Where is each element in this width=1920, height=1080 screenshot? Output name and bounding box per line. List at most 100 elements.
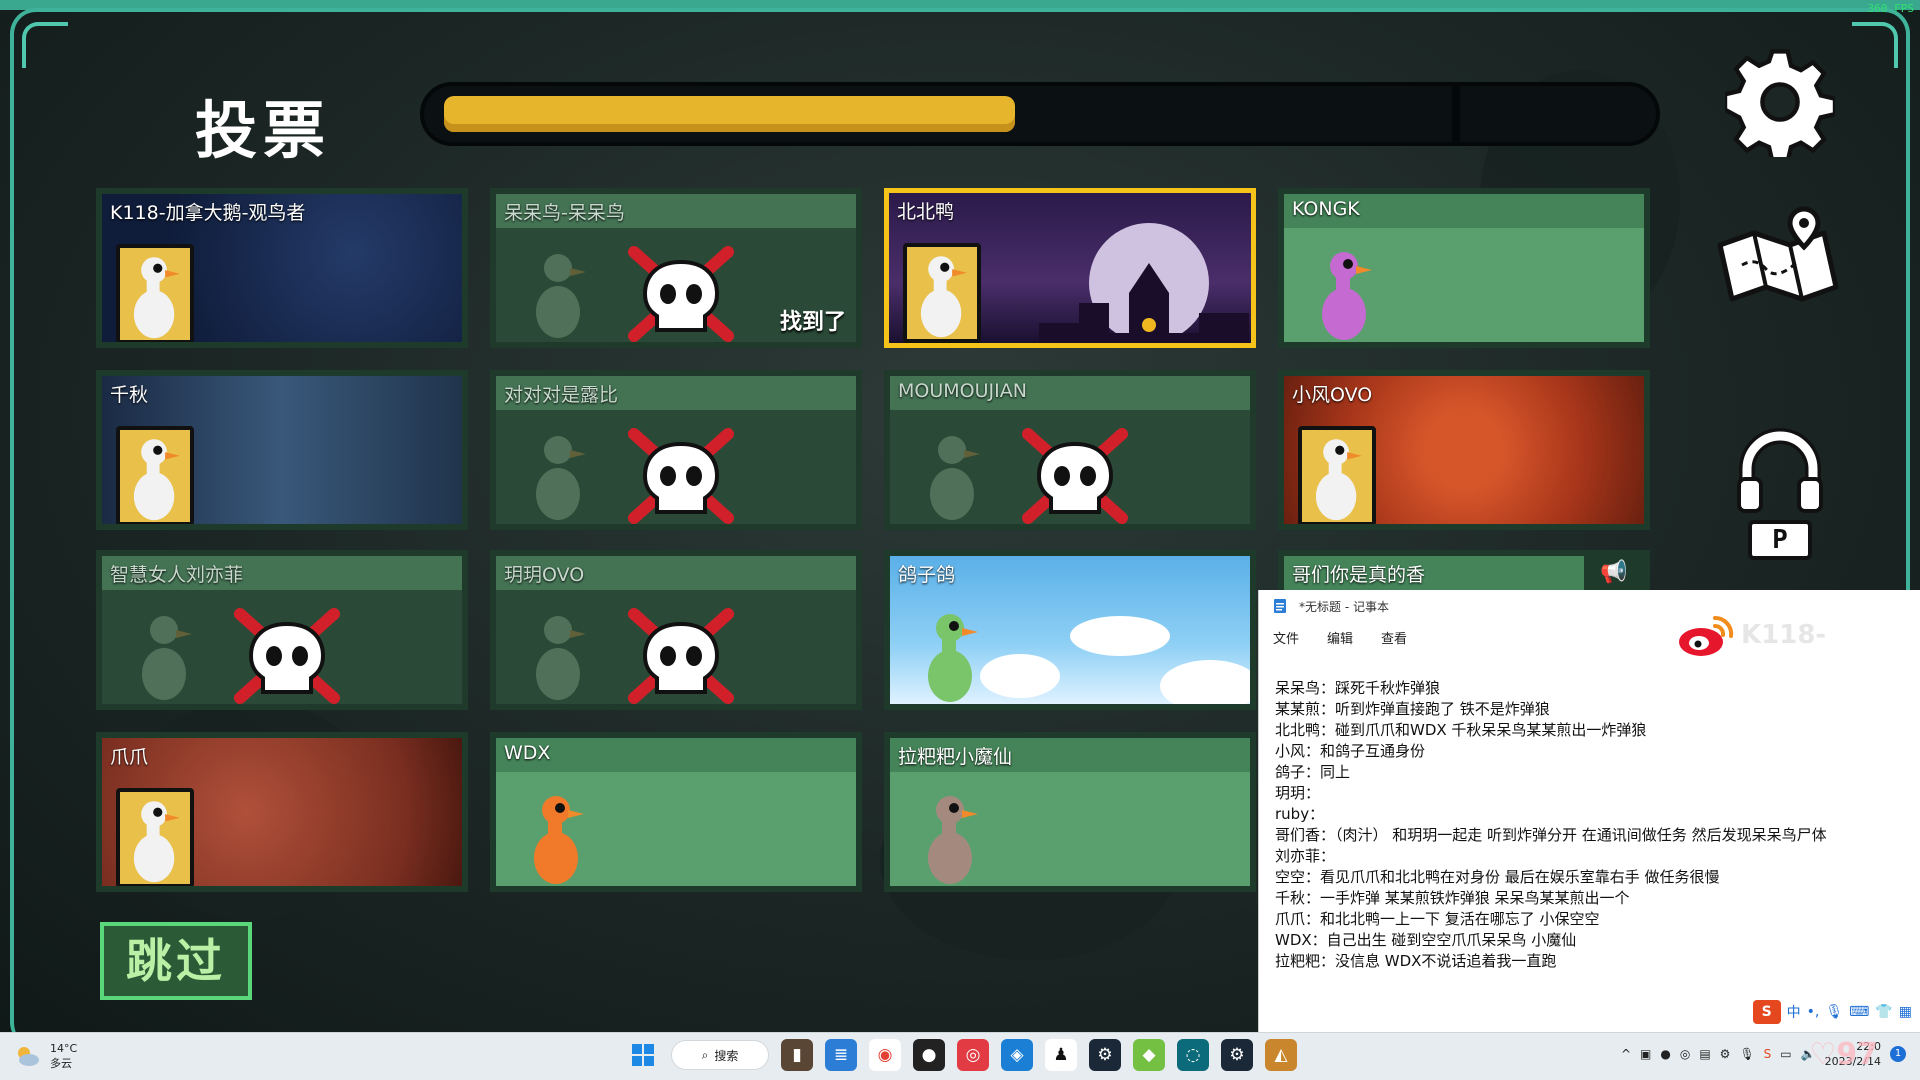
mic-icon[interactable]: 🎙	[1739, 1047, 1754, 1061]
player-name: 鸽子鸽	[898, 564, 956, 586]
network-icon[interactable]: ▭	[1780, 1047, 1791, 1061]
dead-goose-avatar	[536, 436, 586, 520]
ime-mode[interactable]: 中	[1787, 1002, 1801, 1022]
player-name: 爪爪	[110, 746, 149, 768]
chrome-icon[interactable]: ◉	[869, 1039, 901, 1071]
player-name: 小风OVO	[1292, 384, 1373, 406]
player-card[interactable]: 爪爪	[96, 732, 468, 892]
player-card[interactable]: KONGK	[1278, 188, 1650, 348]
taskbar-search[interactable]: ⌕ 搜索	[671, 1040, 769, 1070]
overlay-heart-counter: ♡97	[1809, 1037, 1878, 1072]
netease-music-icon[interactable]: ◎	[957, 1039, 989, 1071]
notification-badge[interactable]: 1	[1890, 1046, 1906, 1062]
start-button[interactable]	[627, 1039, 659, 1071]
player-card[interactable]: 对对对是露比	[490, 370, 862, 530]
search-label: 搜索	[714, 1048, 739, 1063]
player-goose-avatar	[920, 256, 967, 338]
obs-tray-icon[interactable]: ●	[1660, 1047, 1670, 1061]
notepad-text-area[interactable]: 呆呆鸟：踩死千秋炸弹狼 某某煎：听到炸弹直接跑了 铁不是炸弹狼 北北鸭：碰到爪爪和W…	[1275, 678, 1827, 972]
player-portrait	[116, 426, 194, 524]
player-card[interactable]: 小风OVO	[1278, 370, 1650, 530]
weather-temp: 14°C	[50, 1042, 78, 1055]
tray-app-icon[interactable]: ▣	[1640, 1047, 1651, 1061]
sogou-icon: S	[1752, 1000, 1781, 1024]
chevron-up-icon[interactable]: ^	[1621, 1047, 1631, 1061]
player-name: WDX	[504, 742, 551, 764]
notepad-line: WDX：自己出生 碰到空空爪爪呆呆鸟 小魔仙	[1275, 931, 1577, 949]
steam-tray-icon[interactable]: ⚙	[1720, 1047, 1731, 1061]
player-portrait	[1298, 426, 1376, 524]
eliminated-skull-icon	[234, 608, 340, 704]
ime-toolbar[interactable]: S 中 •, 🎙 ⌨ 👕 ▦	[1752, 1000, 1912, 1024]
app-ring-icon[interactable]: ◌	[1177, 1039, 1209, 1071]
goose-game-icon[interactable]: ◭	[1265, 1039, 1297, 1071]
night-castle-art	[1039, 223, 1249, 343]
menu-edit[interactable]: 编辑	[1327, 628, 1353, 647]
skip-vote-button[interactable]: 跳过	[100, 922, 252, 1000]
player-card[interactable]: K118-加拿大鹅-观鸟者	[96, 188, 468, 348]
player-card[interactable]: WDX	[490, 732, 862, 892]
map-icon[interactable]	[1712, 205, 1852, 315]
cloudy-icon	[18, 1047, 39, 1066]
player-card[interactable]: 北北鸭	[884, 188, 1256, 348]
notepad-line: 千秋：一手炸弹 某某煎铁炸弹狼 呆呆鸟某某煎出一个	[1275, 889, 1630, 907]
eliminated-skull-icon	[1022, 428, 1128, 524]
dead-goose-avatar	[536, 616, 586, 700]
player-goose-avatar	[928, 614, 978, 702]
notepad-line: 小风：和鸽子互通身份	[1275, 742, 1426, 760]
shirt-icon[interactable]: 👕	[1875, 1004, 1892, 1020]
player-card[interactable]: 千秋	[96, 370, 468, 530]
player-name: 玥玥OVO	[504, 564, 585, 586]
vote-timer-fill	[444, 96, 1016, 132]
player-card[interactable]: 找到了 呆呆鸟-呆呆鸟	[490, 188, 862, 348]
sogou-tray-icon[interactable]: S	[1764, 1047, 1772, 1061]
weibo-icon	[1679, 615, 1734, 656]
vote-timer-divider	[1452, 86, 1460, 142]
dead-goose-avatar	[930, 436, 980, 520]
player-goose-avatar	[133, 801, 180, 883]
player-card[interactable]: 鸽子鸽	[884, 550, 1256, 710]
push-to-talk[interactable]: P	[1735, 425, 1825, 565]
weibo-watermark: K118-	[1677, 612, 1826, 658]
browser-icon[interactable]: ◈	[1001, 1039, 1033, 1071]
notepad-line: 北北鸭：碰到爪爪和WDX 千秋呆呆鸟某某煎出一炸弹狼	[1275, 721, 1647, 739]
player-card[interactable]: MOUMOUJIAN	[884, 370, 1256, 530]
punct-icon[interactable]: •,	[1807, 1004, 1820, 1020]
notepad-line: 拉粑粑：没信息 WDX不说话追着我一直跑	[1275, 952, 1557, 970]
weather-condition: 多云	[50, 1057, 72, 1070]
player-name: 北北鸭	[897, 201, 955, 223]
steam-icon[interactable]: ⚙	[1221, 1039, 1253, 1071]
player-card[interactable]: 智慧女人刘亦菲	[96, 550, 468, 710]
body-found-label: 找到了	[779, 310, 846, 335]
book-app-icon[interactable]: ▮	[781, 1039, 813, 1071]
steam-icon[interactable]: ⚙	[1089, 1039, 1121, 1071]
menu-file[interactable]: 文件	[1273, 628, 1299, 647]
megaphone-icon: 📢	[1584, 556, 1644, 590]
player-portrait	[116, 244, 194, 342]
watermark-text: K118-	[1741, 620, 1827, 650]
qq-icon[interactable]: ♟	[1045, 1039, 1077, 1071]
grid-icon[interactable]: ▦	[1899, 1004, 1912, 1020]
gear-icon[interactable]	[1725, 47, 1835, 157]
fps-counter: 360 FPS	[1867, 2, 1914, 15]
mic-icon[interactable]: 🎙	[1825, 1004, 1843, 1020]
eliminated-skull-icon	[628, 608, 734, 704]
tray-app-icon[interactable]: ▤	[1699, 1047, 1710, 1061]
player-name: MOUMOUJIAN	[898, 380, 1027, 402]
notepad-title: *无标题 - 记事本	[1299, 600, 1389, 614]
player-card[interactable]: 拉粑粑小魔仙	[884, 732, 1256, 892]
notepad-line: 爪爪：和北北鸭一上一下 复活在哪忘了 小保空空	[1275, 910, 1600, 928]
player-portrait	[116, 788, 194, 886]
weather-widget[interactable]: 14°C 多云	[14, 1041, 77, 1071]
player-card[interactable]: 玥玥OVO	[490, 550, 862, 710]
tray-app-icon[interactable]: ◎	[1680, 1047, 1690, 1061]
notepad-app-icon[interactable]: ≣	[825, 1039, 857, 1071]
push-to-talk-key: P	[1748, 520, 1812, 560]
eliminated-skull-icon	[628, 246, 734, 342]
menu-view[interactable]: 查看	[1381, 628, 1407, 647]
keyboard-icon[interactable]: ⌨	[1849, 1004, 1869, 1020]
game-app-icon[interactable]: ◆	[1133, 1039, 1165, 1071]
obs-icon[interactable]: ●	[913, 1039, 945, 1071]
player-goose-avatar	[1322, 252, 1372, 340]
notepad-icon	[1274, 599, 1286, 613]
